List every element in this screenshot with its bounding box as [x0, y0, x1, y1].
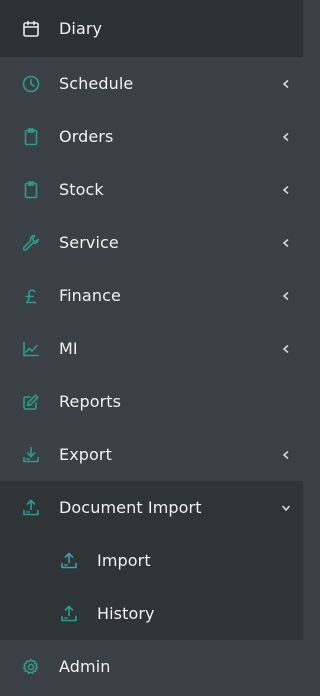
upload-icon — [20, 497, 42, 519]
clock-icon — [20, 73, 42, 95]
sidebar-item-diary[interactable]: Diary — [0, 0, 303, 57]
sidebar-item-stock[interactable]: Stock — [0, 163, 303, 216]
gear-icon — [20, 656, 42, 678]
sidebar-item-label: Orders — [59, 127, 114, 146]
sidebar-item-label: Export — [59, 445, 112, 464]
document-import-submenu: Import History — [0, 534, 303, 640]
chevron-down-icon — [281, 503, 291, 513]
sidebar-item-admin[interactable]: Admin — [0, 640, 303, 693]
sidebar-item-orders[interactable]: Orders — [0, 110, 303, 163]
chevron-left-icon — [281, 344, 291, 354]
sidebar-item-mi[interactable]: MI — [0, 322, 303, 375]
upload-icon — [58, 550, 80, 572]
chevron-left-icon — [281, 185, 291, 195]
sidebar-item-finance[interactable]: Finance — [0, 269, 303, 322]
sidebar-subitem-label: Import — [97, 551, 151, 570]
sidebar-subitem-history[interactable]: History — [0, 587, 303, 640]
chevron-left-icon — [281, 238, 291, 248]
upload-icon — [58, 603, 80, 625]
sidebar-nav: Diary Schedule Orders Stock Service Fina… — [0, 0, 303, 696]
sidebar-item-label: Reports — [59, 392, 122, 411]
chevron-left-icon — [281, 450, 291, 460]
sidebar-subitem-label: History — [97, 604, 155, 623]
sidebar-item-label: Finance — [59, 286, 121, 305]
pound-icon — [20, 285, 42, 307]
clipboard-icon — [20, 126, 42, 148]
chevron-left-icon — [281, 291, 291, 301]
sidebar-item-reports[interactable]: Reports — [0, 375, 303, 428]
download-icon — [20, 444, 42, 466]
sidebar-item-export[interactable]: Export — [0, 428, 303, 481]
sidebar-item-label: Service — [59, 233, 119, 252]
sidebar-item-label: Schedule — [59, 74, 134, 93]
sidebar-item-service[interactable]: Service — [0, 216, 303, 269]
sidebar-item-label: Diary — [59, 19, 103, 38]
chevron-left-icon — [281, 132, 291, 142]
clipboard-icon — [20, 179, 42, 201]
sidebar-item-label: Document Import — [59, 498, 202, 517]
sidebar-item-document-import[interactable]: Document Import — [0, 481, 303, 534]
chart-line-icon — [20, 338, 42, 360]
sidebar-item-schedule[interactable]: Schedule — [0, 57, 303, 110]
calendar-icon — [20, 18, 42, 40]
chevron-left-icon — [281, 79, 291, 89]
edit-icon — [20, 391, 42, 413]
wrench-icon — [20, 232, 42, 254]
sidebar-subitem-import[interactable]: Import — [0, 534, 303, 587]
sidebar-item-label: Admin — [59, 657, 111, 676]
sidebar-item-label: MI — [59, 339, 78, 358]
sidebar-item-label: Stock — [59, 180, 104, 199]
